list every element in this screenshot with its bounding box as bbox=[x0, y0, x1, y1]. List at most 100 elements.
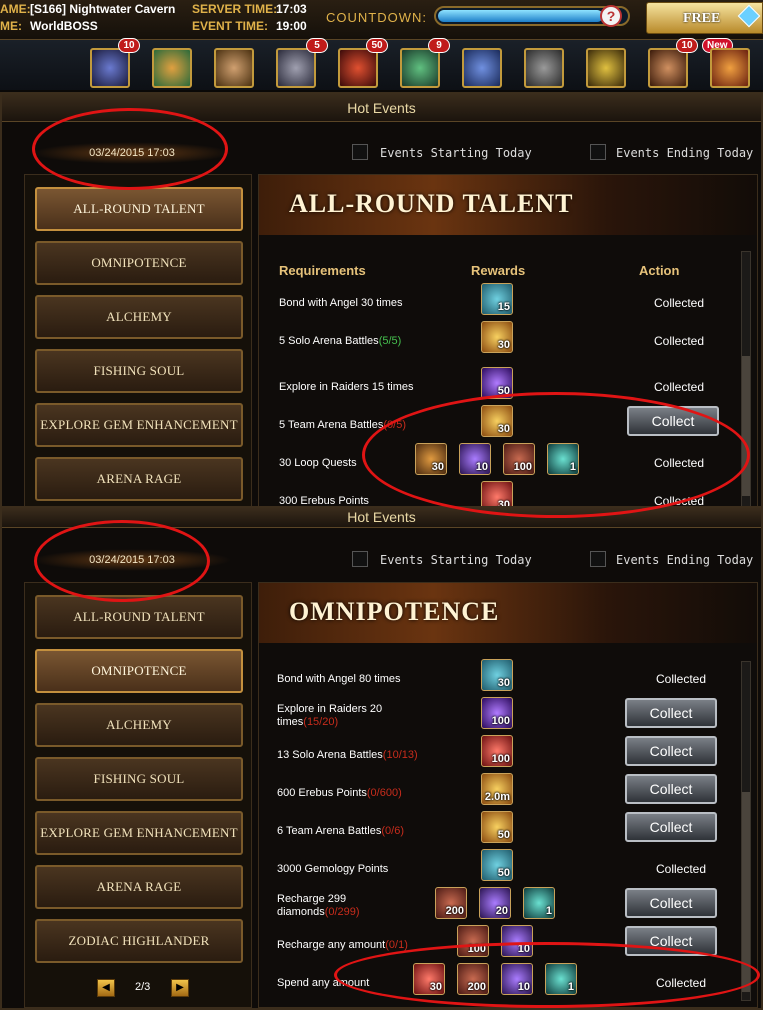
requirement-label: Spend any amount bbox=[277, 977, 370, 989]
reward-item[interactable]: 100 bbox=[503, 443, 535, 475]
activity-icon[interactable] bbox=[524, 48, 564, 88]
nav-all-round-talent[interactable]: All-round Talent bbox=[35, 187, 243, 231]
activity-icon[interactable] bbox=[152, 48, 192, 88]
activity-icon[interactable] bbox=[710, 48, 750, 88]
collect-button[interactable]: Collect bbox=[625, 812, 717, 842]
reward-item[interactable]: 1 bbox=[545, 963, 577, 995]
reward-qty: 30 bbox=[497, 677, 510, 689]
reward-item[interactable]: 30 bbox=[413, 963, 445, 995]
server-name-label: AME: bbox=[0, 2, 31, 16]
reward-item[interactable]: 10 bbox=[501, 925, 533, 957]
nav-fishing-soul[interactable]: Fishing Soul bbox=[35, 349, 243, 393]
reward-item[interactable]: 30 bbox=[481, 321, 513, 353]
reward-item[interactable]: 1 bbox=[547, 443, 579, 475]
events-starting-label: Events Starting Today bbox=[380, 553, 532, 567]
nav-alchemy[interactable]: Alchemy bbox=[35, 703, 243, 747]
reward-item[interactable]: 1 bbox=[523, 887, 555, 919]
requirement-label: 5 Solo Arena Battles bbox=[279, 335, 379, 347]
events-ending-checkbox[interactable] bbox=[590, 551, 606, 567]
reward-qty: 10 bbox=[475, 461, 488, 473]
activity-icon[interactable] bbox=[400, 48, 440, 88]
reward-qty: 1 bbox=[567, 981, 574, 993]
events-ending-label: Events Ending Today bbox=[616, 553, 754, 567]
nav-omnipotence[interactable]: Omnipotence bbox=[35, 241, 243, 285]
reward-item[interactable]: 15 bbox=[481, 283, 513, 315]
activity-icon[interactable] bbox=[586, 48, 626, 88]
notification-badge: 10 bbox=[676, 38, 698, 53]
collect-button[interactable]: Collect bbox=[625, 926, 717, 956]
reward-qty: 10 bbox=[517, 943, 530, 955]
reward-item[interactable]: 100 bbox=[481, 735, 513, 767]
server-time: 17:03 bbox=[276, 2, 307, 16]
nav-all-round-talent[interactable]: All-round Talent bbox=[35, 595, 243, 639]
scrollbar-thumb[interactable] bbox=[742, 792, 750, 992]
nav-explore-gem-enhancement[interactable]: Explore Gem Enhancement bbox=[35, 403, 243, 447]
current-date: 03/24/2015 17:03 bbox=[32, 549, 232, 571]
requirement-label: Bond with Angel 30 times bbox=[279, 297, 403, 309]
nav-explore-gem-enhancement[interactable]: Explore Gem Enhancement bbox=[35, 811, 243, 855]
reward-item[interactable]: 30 bbox=[415, 443, 447, 475]
reward-qty: 100 bbox=[467, 943, 486, 955]
nav-omnipotence[interactable]: Omnipotence bbox=[35, 649, 243, 693]
reward-item[interactable]: 10 bbox=[501, 963, 533, 995]
activity-icon[interactable] bbox=[214, 48, 254, 88]
notification-badge: 9 bbox=[428, 38, 450, 53]
reward-item[interactable]: 100 bbox=[457, 925, 489, 957]
help-icon[interactable]: ? bbox=[600, 5, 622, 27]
activity-icon[interactable] bbox=[338, 48, 378, 88]
reward-item[interactable]: 100 bbox=[481, 697, 513, 729]
collect-button[interactable]: Collect bbox=[625, 774, 717, 804]
reward-item[interactable]: 200 bbox=[435, 887, 467, 919]
event-sidebar: All-round Talent Omnipotence Alchemy Fis… bbox=[24, 174, 252, 510]
reward-item[interactable]: 2.0m bbox=[481, 773, 513, 805]
requirement-text: 13 Solo Arena Battles(10/13) bbox=[277, 749, 477, 762]
event-name-label: ME: bbox=[0, 19, 22, 33]
reward-item[interactable]: 50 bbox=[481, 367, 513, 399]
nav-arena-rage[interactable]: Arena Rage bbox=[35, 865, 243, 909]
requirement-label: 13 Solo Arena Battles bbox=[277, 749, 383, 761]
collect-button[interactable]: Collect bbox=[625, 888, 717, 918]
events-starting-checkbox[interactable] bbox=[352, 551, 368, 567]
reward-item[interactable]: 10 bbox=[459, 443, 491, 475]
reward-item[interactable]: 200 bbox=[457, 963, 489, 995]
reward-item[interactable]: 50 bbox=[481, 811, 513, 843]
activity-icon[interactable] bbox=[90, 48, 130, 88]
requirement-text: 6 Team Arena Battles(0/6) bbox=[277, 825, 477, 838]
reward-item[interactable]: 20 bbox=[479, 887, 511, 919]
nav-alchemy[interactable]: Alchemy bbox=[35, 295, 243, 339]
event-time-label: EVENT TIME: bbox=[192, 19, 269, 33]
prev-page-arrow[interactable]: ◀ bbox=[97, 979, 115, 997]
reward-item[interactable]: 50 bbox=[481, 849, 513, 881]
free-button-label: FREE bbox=[683, 11, 721, 26]
scrollbar[interactable] bbox=[741, 251, 751, 507]
nav-arena-rage[interactable]: Arena Rage bbox=[35, 457, 243, 501]
reward-qty: 30 bbox=[497, 423, 510, 435]
collect-button[interactable]: Collect bbox=[625, 698, 717, 728]
events-starting-label: Events Starting Today bbox=[380, 146, 532, 160]
reward-qty: 30 bbox=[431, 461, 444, 473]
event-content: Omnipotence Bond with Angel 80 times 30 … bbox=[258, 582, 758, 1008]
collect-button[interactable]: Collect bbox=[625, 736, 717, 766]
notification-badge: 50 bbox=[366, 38, 388, 53]
nav-fishing-soul[interactable]: Fishing Soul bbox=[35, 757, 243, 801]
collect-button[interactable]: Collect bbox=[627, 406, 719, 436]
activity-icon[interactable] bbox=[462, 48, 502, 88]
requirements-header: Requirements bbox=[279, 263, 366, 278]
requirement-text: Explore in Raiders 20 times(15/20) bbox=[277, 703, 397, 729]
scrollbar[interactable] bbox=[741, 661, 751, 1001]
nav-zodiac-highlander[interactable]: Zodiac Highlander bbox=[35, 919, 243, 963]
activity-icon[interactable] bbox=[648, 48, 688, 88]
events-starting-checkbox[interactable] bbox=[352, 144, 368, 160]
collected-status: Collected bbox=[655, 672, 707, 686]
server-time-label: SERVER TIME: bbox=[192, 2, 278, 16]
activity-icon[interactable] bbox=[276, 48, 316, 88]
requirement-progress: (5/5) bbox=[378, 335, 402, 347]
reward-item[interactable]: 30 bbox=[481, 659, 513, 691]
scrollbar-thumb[interactable] bbox=[742, 356, 750, 496]
rewards-header: Rewards bbox=[471, 263, 526, 278]
next-page-arrow[interactable]: ▶ bbox=[171, 979, 189, 997]
hot-events-screen: AME: [S166] Nightwater Cavern ME: WorldB… bbox=[0, 0, 763, 1010]
reward-item[interactable]: 30 bbox=[481, 405, 513, 437]
events-ending-checkbox[interactable] bbox=[590, 144, 606, 160]
requirement-label: 5 Team Arena Battles bbox=[279, 419, 384, 431]
